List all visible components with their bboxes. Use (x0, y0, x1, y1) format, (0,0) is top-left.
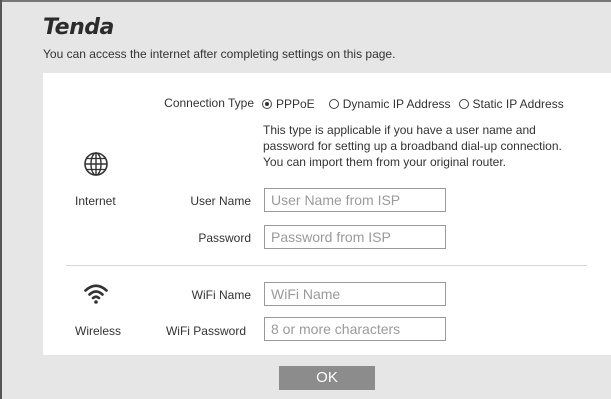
username-label: User Name (190, 194, 251, 208)
window-left-border (0, 0, 2, 399)
password-label: Password (198, 231, 251, 245)
wifi-name-input[interactable] (264, 282, 446, 306)
password-input[interactable] (264, 225, 446, 249)
wifi-name-label: WiFi Name (191, 288, 251, 302)
page-subtitle: You can access the internet after comple… (43, 47, 396, 61)
section-divider (66, 265, 587, 266)
settings-panel (43, 73, 611, 355)
globe-icon (84, 152, 108, 176)
wifi-password-label: WiFi Password (165, 324, 246, 338)
window-top-border (0, 0, 611, 2)
radio-dynamic-ip[interactable]: Dynamic IP Address (328, 97, 451, 111)
radio-static-ip[interactable]: Static IP Address (458, 97, 564, 111)
connection-type-radio-group: PPPoE Dynamic IP Address Static IP Addre… (262, 97, 572, 111)
wireless-section-label: Wireless (75, 324, 122, 338)
radio-pppoe[interactable]: PPPoE (262, 97, 315, 111)
radio-dynamic-ip-indicator[interactable] (328, 99, 339, 109)
radio-pppoe-label: PPPoE (276, 97, 315, 111)
radio-dynamic-ip-label: Dynamic IP Address (342, 97, 451, 111)
wifi-icon (84, 284, 108, 304)
radio-static-ip-label: Static IP Address (472, 97, 564, 111)
ok-button[interactable]: OK (279, 366, 375, 390)
radio-pppoe-indicator[interactable] (262, 99, 272, 109)
wifi-password-input[interactable] (264, 317, 446, 341)
internet-section-label: Internet (75, 194, 116, 208)
connection-type-label: Connection Type (164, 96, 254, 110)
tenda-logo: Tenda (43, 15, 114, 40)
username-input[interactable] (264, 188, 446, 212)
connection-type-description: This type is applicable if you have a us… (263, 123, 562, 169)
radio-static-ip-indicator[interactable] (458, 99, 469, 109)
